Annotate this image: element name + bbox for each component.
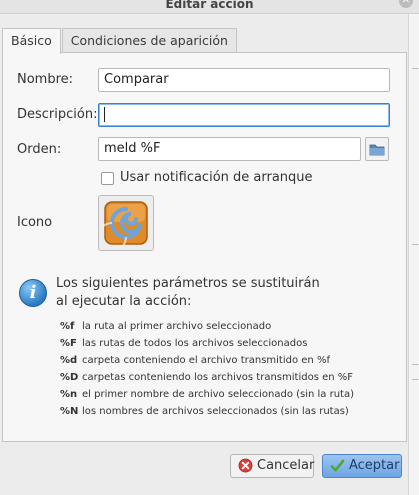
title-bar: Editar acción ✕ <box>0 0 419 14</box>
cancel-button[interactable]: Cancelar <box>230 454 314 478</box>
description-label: Descripción: <box>17 107 98 122</box>
description-field[interactable] <box>98 103 390 127</box>
folder-icon <box>369 144 385 156</box>
icon-label: Icono <box>17 215 53 230</box>
background-window-edge <box>408 14 419 495</box>
icon-chooser-button[interactable] <box>98 195 154 251</box>
info-icon: i <box>19 279 47 307</box>
startup-notify-checkbox[interactable] <box>101 172 114 185</box>
accept-label: Aceptar <box>349 458 400 473</box>
list-item: %d carpeta conteniendo el archivo transmi… <box>60 355 330 366</box>
command-label: Orden: <box>17 142 62 157</box>
info-description: Los siguientes parámetros se sustituirán… <box>56 275 320 311</box>
tab-bar: Básico Condiciones de aparición <box>2 28 238 54</box>
check-icon <box>330 459 345 472</box>
list-item: %N los nombres de archivos seleccionados … <box>60 406 349 417</box>
list-item: %F las rutas de todos los archivos selecc… <box>60 338 308 349</box>
meld-app-icon <box>102 201 148 247</box>
info-line-2: al ejecutar la acción: <box>56 294 192 309</box>
info-line-1: Los siguientes parámetros se sustituirán <box>56 276 320 291</box>
startup-notify-label: Usar notificación de arranque <box>120 170 313 185</box>
window-title: Editar acción <box>165 0 254 11</box>
tab-condiciones[interactable]: Condiciones de aparición <box>61 28 237 52</box>
accept-button[interactable]: Aceptar <box>322 454 402 478</box>
name-label: Nombre: <box>17 72 74 87</box>
browse-button[interactable] <box>365 137 389 161</box>
list-item: %D carpetas conteniendo los archivos tran… <box>60 372 354 383</box>
cancel-icon <box>238 458 253 473</box>
tab-basico[interactable]: Básico <box>2 28 61 54</box>
cancel-label: Cancelar <box>257 458 315 473</box>
list-item: %f la ruta al primer archivo seleccionado <box>60 321 272 332</box>
parameter-list: %f la ruta al primer archivo seleccionado… <box>60 318 354 420</box>
command-field[interactable]: meld %F <box>98 137 361 161</box>
list-item: %n el primer nombre de archivo selecciona… <box>60 389 355 400</box>
name-field[interactable]: Comparar <box>98 68 390 92</box>
text-cursor <box>104 107 105 122</box>
